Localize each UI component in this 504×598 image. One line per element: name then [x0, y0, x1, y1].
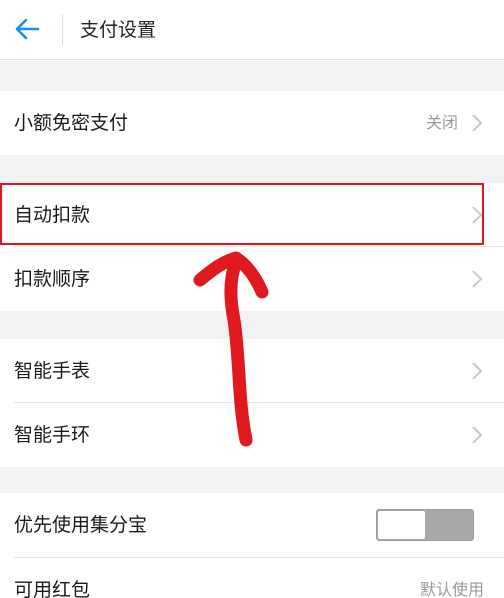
red-packet-row[interactable]: 可用红包 默认使用 [0, 558, 504, 598]
row-label: 优先使用集分宝 [14, 514, 148, 536]
toggle-knob [378, 511, 425, 539]
chevron-right-icon [472, 426, 483, 444]
smart-band-row[interactable]: 智能手环 [0, 403, 504, 467]
small-free-pay-row[interactable]: 小额免密支付 关闭 [0, 91, 504, 155]
row-label: 扣款顺序 [14, 268, 91, 290]
section-gap [0, 467, 504, 493]
chevron-right-icon [472, 270, 483, 288]
chevron-right-icon [472, 114, 483, 132]
section-gap [0, 155, 504, 183]
back-button[interactable] [6, 8, 48, 50]
section-gap [0, 61, 504, 91]
deduct-order-row[interactable]: 扣款顺序 [0, 247, 504, 311]
row-status: 关闭 [425, 113, 458, 132]
row-status: 默认使用 [419, 580, 484, 598]
nav-bar: 支付设置 [0, 0, 504, 60]
row-label: 可用红包 [14, 579, 91, 598]
nav-divider [62, 14, 63, 45]
highlight-box [0, 183, 484, 245]
row-label: 智能手表 [14, 360, 91, 382]
prefer-jifenbao-toggle[interactable] [376, 509, 474, 541]
smart-watch-row[interactable]: 智能手表 [0, 339, 504, 403]
arrow-left-icon [15, 18, 40, 40]
section-gap [0, 311, 504, 339]
row-label: 智能手环 [14, 424, 91, 446]
chevron-right-icon [472, 362, 483, 380]
row-label: 小额免密支付 [14, 112, 129, 134]
page-title: 支付设置 [80, 19, 157, 41]
